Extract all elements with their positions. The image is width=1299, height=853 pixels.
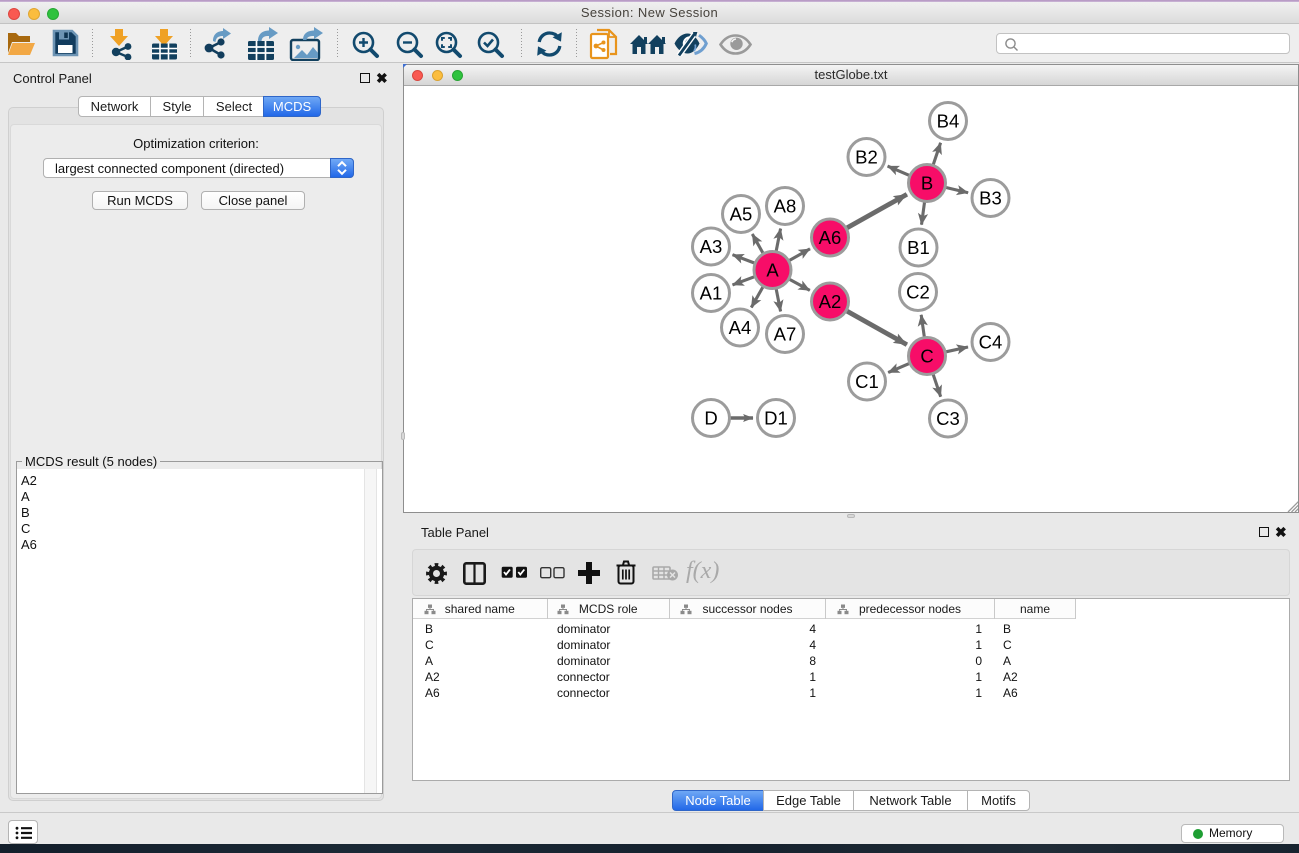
svg-text:A3: A3 (700, 236, 723, 257)
svg-text:C3: C3 (936, 408, 960, 429)
svg-text:B1: B1 (907, 237, 930, 258)
svg-text:A2: A2 (819, 291, 842, 312)
svg-text:C4: C4 (979, 332, 1003, 353)
svg-text:C: C (920, 346, 933, 367)
svg-text:A5: A5 (730, 204, 753, 225)
svg-text:D1: D1 (764, 408, 788, 429)
svg-text:C2: C2 (906, 282, 930, 303)
svg-text:B2: B2 (855, 147, 878, 168)
svg-text:B: B (921, 173, 933, 194)
svg-text:A: A (766, 260, 779, 281)
svg-text:B4: B4 (937, 111, 960, 132)
svg-text:C1: C1 (855, 371, 879, 392)
svg-text:A4: A4 (729, 317, 752, 338)
svg-text:A7: A7 (774, 324, 797, 345)
svg-text:A8: A8 (774, 196, 797, 217)
svg-text:B3: B3 (979, 188, 1002, 209)
svg-text:A6: A6 (819, 227, 842, 248)
svg-text:D: D (704, 408, 717, 429)
svg-text:A1: A1 (700, 283, 723, 304)
